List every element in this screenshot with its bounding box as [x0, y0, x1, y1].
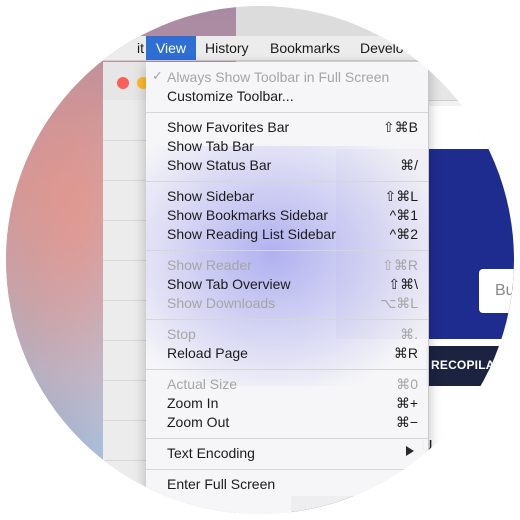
shortcut-stop: ⌘. [400, 326, 418, 342]
menu-item-zoom-in[interactable]: Zoom In [167, 394, 218, 413]
menu-item-show-tab-bar[interactable]: Show Tab Bar [167, 137, 254, 156]
sidebar-divider [103, 420, 147, 421]
sidebar-divider [103, 140, 147, 141]
menu-separator [146, 369, 428, 370]
menu-separator [146, 438, 428, 439]
menu-item-show-bookmarks-sidebar[interactable]: Show Bookmarks Sidebar [167, 206, 328, 225]
menu-item-show-downloads[interactable]: Show Downloads [167, 294, 275, 313]
shortcut-show-reader: ⇧⌘R [382, 257, 418, 273]
menu-item-actual-size[interactable]: Actual Size [167, 375, 237, 394]
sidebar-divider [103, 300, 147, 301]
window-sidebar [103, 100, 148, 514]
shortcut-show-sidebar: ⇧⌘L [384, 188, 418, 204]
menu-separator [146, 112, 428, 113]
sidebar-divider [103, 180, 147, 181]
menu-item-show-reading-list-sidebar[interactable]: Show Reading List Sidebar [167, 225, 336, 244]
menu-separator [146, 319, 428, 320]
search-placeholder: Bus [495, 282, 514, 299]
shortcut-show-tab-overview: ⇧⌘\ [388, 276, 418, 292]
shortcut-show-reading-list-sidebar: ^⌘2 [389, 226, 418, 242]
shortcut-zoom-out: ⌘− [395, 414, 418, 430]
sidebar-divider [103, 260, 147, 261]
sidebar-divider [103, 220, 147, 221]
menu-item-stop[interactable]: Stop [167, 325, 196, 344]
menu-edit[interactable]: it [118, 36, 144, 60]
shortcut-reload-page: ⌘R [393, 345, 418, 361]
close-window-button[interactable] [117, 77, 129, 89]
menu-separator [146, 181, 428, 182]
sidebar-divider [103, 380, 147, 381]
shortcut-show-favorites-bar: ⇧⌘B [382, 119, 418, 135]
shortcut-actual-size: ⌘0 [396, 376, 418, 392]
sidebar-divider [103, 460, 147, 461]
menu-item-always-show-toolbar[interactable]: Always Show Toolbar in Full Screen [167, 68, 389, 87]
shortcut-show-downloads: ⌥⌘L [380, 295, 418, 311]
menu-history[interactable]: History [205, 36, 249, 60]
menu-item-show-sidebar[interactable]: Show Sidebar [167, 187, 254, 206]
shortcut-show-status-bar: ⌘/ [400, 157, 418, 173]
screenshot-circle: Bus RECOPILACI U S it View History Bookm… [6, 6, 514, 514]
shortcut-show-bookmarks-sidebar: ^⌘1 [389, 207, 418, 223]
menu-bar: it View History Bookmarks Develo [6, 36, 514, 61]
menu-item-text-encoding[interactable]: Text Encoding [167, 444, 255, 463]
menu-item-enter-full-screen[interactable]: Enter Full Screen [167, 475, 275, 494]
shortcut-zoom-in: ⌘+ [395, 395, 418, 411]
menu-develop[interactable]: Develo [360, 36, 404, 60]
menu-item-show-favorites-bar[interactable]: Show Favorites Bar [167, 118, 289, 137]
menu-item-customize-toolbar[interactable]: Customize Toolbar... [167, 87, 294, 106]
menu-separator [146, 250, 428, 251]
menu-item-show-status-bar[interactable]: Show Status Bar [167, 156, 271, 175]
sidebar-divider [103, 340, 147, 341]
shortcut-enter-full-screen: ^⌘F [388, 476, 418, 492]
menu-view[interactable]: View [146, 36, 196, 60]
menu-item-show-reader[interactable]: Show Reader [167, 256, 252, 275]
menu-bookmarks[interactable]: Bookmarks [270, 36, 340, 60]
nav-item-label[interactable]: RECOPILACI [431, 358, 507, 372]
menu-separator [146, 469, 428, 470]
checkmark-icon: ✓ [152, 68, 163, 83]
menu-item-show-tab-overview[interactable]: Show Tab Overview [167, 275, 290, 294]
menu-item-zoom-out[interactable]: Zoom Out [167, 413, 229, 432]
menu-item-reload-page[interactable]: Reload Page [167, 344, 248, 363]
submenu-arrow-icon [406, 446, 414, 456]
